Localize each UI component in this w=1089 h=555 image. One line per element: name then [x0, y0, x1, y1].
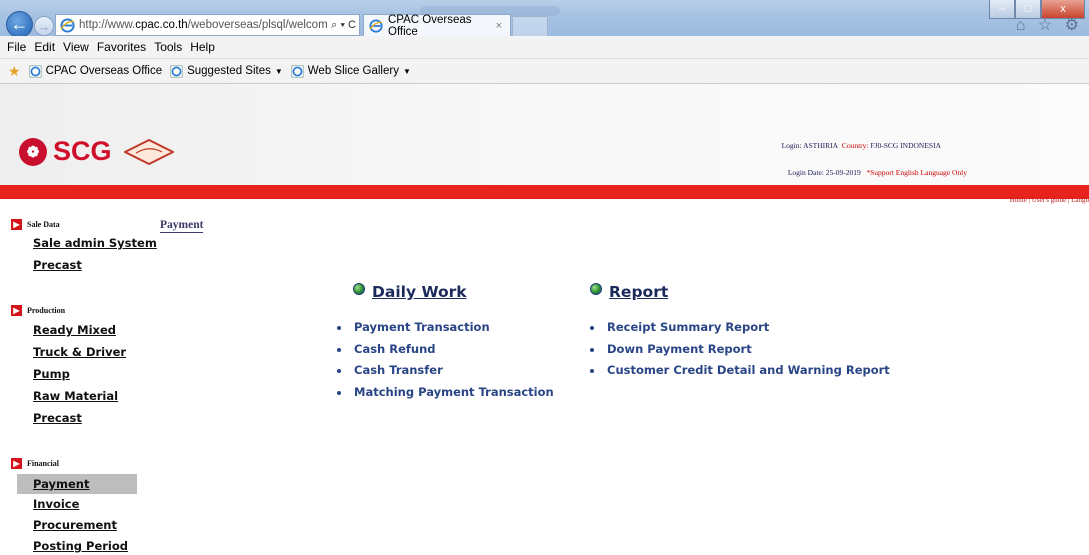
favorite-cpac[interactable]: CPAC Overseas Office [25, 64, 163, 78]
globe-icon [590, 283, 602, 295]
daily-work-links: Payment Transaction Cash Refund Cash Tra… [335, 320, 554, 406]
nav-sale-admin-system[interactable]: Sale admin System [33, 236, 157, 250]
ie-fav-icon [170, 64, 183, 78]
minimize-button[interactable]: – [989, 0, 1015, 19]
menu-view[interactable]: View [63, 40, 89, 54]
favorite-webslice-label: Web Slice Gallery [307, 65, 399, 77]
menu-file[interactable]: File [7, 40, 26, 54]
report-title[interactable]: Report [609, 283, 668, 301]
ie-fav-icon [28, 64, 42, 78]
favorite-cpac-label: CPAC Overseas Office [45, 65, 163, 77]
back-button[interactable]: ← [6, 11, 33, 38]
tab-close-icon[interactable]: × [496, 20, 502, 32]
jayamix-logo-icon [123, 138, 174, 165]
toolbar-icons[interactable]: ⌂ ☆ ⚙ [1016, 15, 1083, 35]
nav-procurement[interactable]: Procurement [33, 518, 117, 532]
link-payment-transaction[interactable]: Payment Transaction [335, 320, 554, 342]
ie-tab-icon [369, 18, 383, 33]
address-controls[interactable]: ⌕ ▾ C [328, 19, 359, 32]
dropdown-arrow-icon[interactable]: ▼ [275, 67, 283, 76]
section-sale-data: ▶ Sale Data [11, 219, 60, 230]
section-marker-icon: ▶ [11, 458, 22, 469]
link-matching-payment-transaction[interactable]: Matching Payment Transaction [335, 385, 554, 407]
section-production: ▶ Production [11, 305, 65, 316]
report-heading: Report [590, 283, 668, 301]
ie-page-icon [60, 17, 75, 33]
menu-edit[interactable]: Edit [34, 40, 55, 54]
ie-fav-icon [291, 64, 304, 78]
favorites-bar: ★ CPAC Overseas Office Suggested Sites ▼… [0, 59, 1089, 84]
browser-tab[interactable]: CPAC Overseas Office × [363, 13, 511, 38]
section-financial: ▶ Financial [11, 458, 59, 469]
link-cash-transfer[interactable]: Cash Transfer [335, 363, 554, 385]
tab-title: CPAC Overseas Office [388, 13, 472, 38]
globe-icon [353, 283, 365, 295]
report-links: Receipt Summary Report Down Payment Repo… [588, 320, 890, 385]
daily-work-title[interactable]: Daily Work [372, 283, 467, 301]
nav-pump[interactable]: Pump [33, 367, 70, 381]
menu-help[interactable]: Help [190, 40, 215, 54]
url-text[interactable]: http://www.cpac.co.th/weboverseas/plsql/… [79, 19, 328, 31]
link-cash-refund[interactable]: Cash Refund [335, 342, 554, 364]
nav-payment[interactable]: Payment [17, 474, 137, 494]
nav-invoice[interactable]: Invoice [33, 497, 79, 511]
link-customer-credit-warning-report[interactable]: Customer Credit Detail and Warning Repor… [588, 363, 890, 385]
favorite-suggested-sites[interactable]: Suggested Sites ▼ [166, 64, 283, 78]
nav-posting-period[interactable]: Posting Period [33, 539, 128, 553]
menu-bar: File Edit View Favorites Tools Help [0, 36, 1089, 59]
login-info: Login: ASTHIRIA Country: FJ0-SCG INDONES… [781, 141, 941, 150]
dropdown-arrow-icon[interactable]: ▼ [403, 67, 411, 76]
address-bar[interactable]: http://www.cpac.co.th/weboverseas/plsql/… [55, 14, 360, 36]
favorite-suggested-label: Suggested Sites [187, 65, 271, 77]
link-down-payment-report[interactable]: Down Payment Report [588, 342, 890, 364]
site-header: ❁ SCG Login: ASTHIRIA Country: FJ0-SCG I… [0, 84, 1089, 185]
scg-emblem-icon: ❁ [19, 137, 47, 166]
forward-button[interactable]: → [34, 16, 54, 36]
nav-precast[interactable]: Precast [33, 258, 82, 272]
nav-truck-driver[interactable]: Truck & Driver [33, 345, 126, 359]
menu-favorites[interactable]: Favorites [97, 40, 146, 54]
new-tab-button[interactable] [512, 16, 548, 36]
daily-work-heading: Daily Work [353, 283, 467, 301]
top-links[interactable]: Home | User's guide | Langu [1010, 196, 1089, 204]
favorite-web-slice[interactable]: Web Slice Gallery ▼ [287, 64, 411, 78]
nav-raw-material[interactable]: Raw Material [33, 389, 118, 403]
red-banner [0, 185, 1089, 199]
menu-tools[interactable]: Tools [154, 40, 182, 54]
link-receipt-summary-report[interactable]: Receipt Summary Report [588, 320, 890, 342]
nav-precast-production[interactable]: Precast [33, 411, 82, 425]
section-marker-icon: ▶ [11, 305, 22, 316]
section-marker-icon: ▶ [11, 219, 22, 230]
favorites-star-icon[interactable]: ★ [8, 63, 21, 80]
brand-logo: ❁ SCG [19, 136, 174, 167]
brand-name: SCG [53, 136, 112, 166]
page-breadcrumb: Payment [160, 219, 204, 233]
nav-ready-mixed[interactable]: Ready Mixed [33, 323, 116, 337]
login-date-info: Login Date: 25-09-2019 *Support English … [787, 168, 967, 177]
